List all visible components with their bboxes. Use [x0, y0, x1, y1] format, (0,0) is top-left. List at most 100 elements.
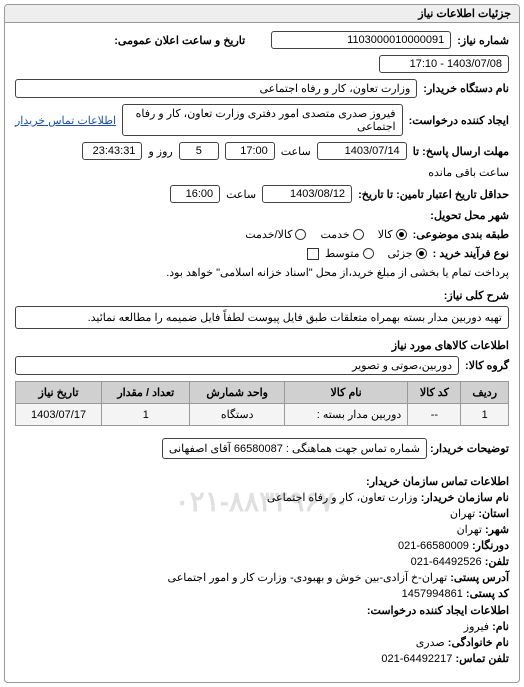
creator-phone-label: تلفن تماس:	[455, 653, 509, 665]
radio-kala-khadmat[interactable]: کالا/خدمت	[245, 228, 306, 241]
reply-date: 1403/07/14	[317, 142, 407, 160]
contact-postal-line: کد پستی: 1457994861	[15, 587, 509, 600]
radio-motvaset-label: متوسط	[325, 247, 360, 260]
th-code: کد کالا	[408, 382, 461, 404]
radio-jozi[interactable]: جزئی	[388, 247, 427, 260]
need-details-panel: جزئیات اطلاعات نیاز شماره نیاز: 11030000…	[4, 4, 520, 683]
radio-dot-icon	[353, 229, 364, 240]
contact-fax-label: دورنگار:	[472, 540, 509, 552]
contact-city: تهران	[457, 524, 482, 536]
row-requester: ایجاد کننده درخواست: فیروز صدری متصدی ام…	[15, 104, 509, 136]
contact-section: ۰۲۱-۸۸۳۴۹۶۷۰ اطلاعات تماس سازمان خریدار:…	[15, 471, 509, 672]
row-need-no: شماره نیاز: 1103000010000091 تاریخ و ساع…	[15, 31, 509, 73]
creator-name-line: نام: فیروز	[15, 620, 509, 633]
requester-label: ایجاد کننده درخواست:	[409, 114, 509, 127]
contact-city-label: شهر:	[485, 524, 509, 536]
contact-section-title: اطلاعات تماس سازمان خریدار:	[15, 475, 509, 488]
radio-dot-icon	[416, 248, 427, 259]
announce-value: 1403/07/08 - 17:10	[379, 55, 509, 73]
creator-section-title: اطلاعات ایجاد کننده درخواست:	[15, 604, 509, 617]
contact-province-line: استان: تهران	[15, 507, 509, 520]
need-desc-label: شرح کلی نیاز:	[15, 289, 509, 302]
validity-date: 1403/08/12	[262, 185, 352, 203]
th-name: نام کالا	[284, 382, 407, 404]
treasury-checkbox[interactable]	[307, 248, 319, 260]
contact-address-line: آدرس پستی: تهران-خ آزادی-بین خوش و بهبود…	[15, 571, 509, 584]
remain-time: 23:43:31	[82, 142, 142, 160]
process-radios: جزئی متوسط	[325, 247, 427, 260]
contact-phone-line: تلفن: 64492526-021	[15, 555, 509, 568]
contact-province: تهران	[450, 508, 475, 520]
contact-org-line: نام سازمان خریدار: وزارت تعاون، کار و رف…	[15, 491, 509, 504]
buyer-notes-label: توضیحات خریدار:	[430, 443, 509, 455]
creator-phone: 64492217-021	[381, 653, 452, 665]
contact-org-label: نام سازمان خریدار:	[421, 492, 509, 504]
radio-dot-icon	[295, 229, 306, 240]
contact-address-label: آدرس پستی:	[450, 572, 509, 584]
row-reply-deadline: مهلت ارسال پاسخ: تا 1403/07/14 ساعت 17:0…	[15, 142, 509, 179]
panel-title: جزئیات اطلاعات نیاز	[5, 5, 519, 23]
buyer-org-label: نام دستگاه خریدار:	[423, 82, 509, 95]
creator-family-line: نام خانوادگی: صدری	[15, 636, 509, 649]
cell-qty: 1	[102, 404, 190, 426]
contact-org: وزارت تعاون، کار و رفاه اجتماعی	[267, 492, 418, 504]
goods-table: ردیف کد کالا نام کالا واحد شمارش تعداد /…	[15, 381, 509, 426]
table-header-row: ردیف کد کالا نام کالا واحد شمارش تعداد /…	[16, 382, 509, 404]
remain-days: 5	[179, 142, 219, 160]
validity-time: 16:00	[170, 185, 220, 203]
radio-khadmat-label: خدمت	[320, 228, 349, 241]
th-unit: واحد شمارش	[190, 382, 284, 404]
buyer-contact-link[interactable]: اطلاعات تماس خریدار	[15, 114, 116, 127]
radio-jozi-label: جزئی	[388, 247, 413, 260]
contact-postal-label: کد پستی:	[466, 588, 509, 600]
contact-fax-line: دورنگار: 66580009-021	[15, 539, 509, 552]
th-row: ردیف	[461, 382, 509, 404]
creator-name: فیروز	[464, 621, 489, 633]
radio-kala-label: کالا	[378, 228, 393, 241]
creator-name-label: نام:	[492, 621, 509, 633]
need-desc-text: تهیه دوربین مدار بسته بهمراه متعلقات طبق…	[15, 306, 509, 329]
classification-label: طبقه بندی موضوعی:	[413, 228, 509, 241]
process-note: پرداخت تمام یا بخشی از مبلغ خرید،از محل …	[166, 266, 509, 279]
buyer-org-value: وزارت تعاون، کار و رفاه اجتماعی	[15, 79, 417, 98]
contact-province-label: استان:	[478, 508, 509, 520]
reply-deadline-label: مهلت ارسال پاسخ: تا	[413, 145, 509, 158]
row-goods-group: گروه کالا: دوربین،صوتی و تصویر	[15, 356, 509, 375]
delivery-city-label: شهر محل تحویل:	[430, 209, 509, 222]
radio-kala-khadmat-label: کالا/خدمت	[245, 228, 292, 241]
row-process: نوع فرآیند خرید : جزئی متوسط پرداخت تمام…	[15, 247, 509, 279]
radio-motvaset[interactable]: متوسط	[325, 247, 374, 260]
contact-address: تهران-خ آزادی-بین خوش و بهبودی- وزارت کا…	[168, 572, 448, 584]
th-date: تاریخ نیاز	[16, 382, 102, 404]
goods-section-title: اطلاعات کالاهای مورد نیاز	[15, 339, 509, 352]
need-no-label: شماره نیاز:	[457, 34, 509, 47]
table-row: 1 -- دوربین مدار بسته : دستگاه 1 1403/07…	[16, 404, 509, 426]
radio-khadmat[interactable]: خدمت	[320, 228, 363, 241]
contact-postal: 1457994861	[402, 588, 463, 600]
creator-family: صدری	[416, 637, 445, 649]
radio-dot-icon	[396, 229, 407, 240]
cell-name: دوربین مدار بسته :	[284, 404, 407, 426]
contact-phone: 64492526-021	[411, 556, 482, 568]
creator-family-label: نام خانوادگی:	[448, 637, 509, 649]
requester-value: فیروز صدری متصدی امور دفتری وزارت تعاون،…	[122, 104, 403, 136]
contact-phone-label: تلفن:	[485, 556, 509, 568]
row-buyer-org: نام دستگاه خریدار: وزارت تعاون، کار و رف…	[15, 79, 509, 98]
creator-phone-line: تلفن تماس: 64492217-021	[15, 652, 509, 665]
remain-suffix: ساعت باقی مانده	[428, 166, 509, 179]
buyer-notes-text: شماره تماس جهت هماهنگی : 66580087 آقای ا…	[162, 438, 427, 459]
radio-kala[interactable]: کالا	[378, 228, 407, 241]
buyer-notes-row: توضیحات خریدار: شماره تماس جهت هماهنگی :…	[15, 432, 509, 459]
row-classification: طبقه بندی موضوعی: کالا خدمت کالا/خدمت	[15, 228, 509, 241]
cell-unit: دستگاه	[190, 404, 284, 426]
remain-days-label: روز و	[148, 145, 172, 158]
need-no-value: 1103000010000091	[271, 31, 451, 49]
reply-time: 17:00	[225, 142, 275, 160]
classification-radios: کالا خدمت کالا/خدمت	[245, 228, 406, 241]
cell-date: 1403/07/17	[16, 404, 102, 426]
row-validity: حداقل تاریخ اعتبار تامین: تا تاریخ: 1403…	[15, 185, 509, 203]
cell-row: 1	[461, 404, 509, 426]
cell-code: --	[408, 404, 461, 426]
announce-label: تاریخ و ساعت اعلان عمومی:	[114, 34, 245, 47]
validity-time-label: ساعت	[226, 188, 256, 201]
